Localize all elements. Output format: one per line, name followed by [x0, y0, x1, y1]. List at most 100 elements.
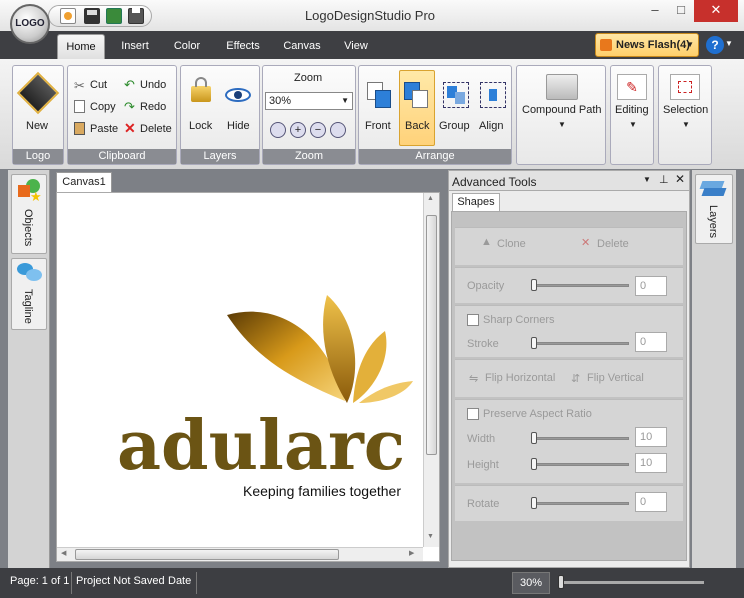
tab-canvas[interactable]: Canvas — [278, 34, 326, 59]
tab-color[interactable]: Color — [165, 34, 209, 59]
selection-group[interactable]: Selection ▼ — [658, 65, 712, 165]
width-input[interactable]: 10 — [635, 427, 667, 447]
zoom-fit-icon[interactable] — [270, 122, 286, 138]
paste-button[interactable]: Paste — [90, 123, 118, 135]
compound-path-group[interactable]: Compound Path ▼ — [516, 65, 606, 165]
side-tab-tagline[interactable]: Tagline — [11, 258, 47, 330]
logo-new-icon[interactable] — [16, 71, 60, 115]
clone-button[interactable]: Clone — [497, 238, 526, 250]
leaf-graphic[interactable] — [217, 291, 427, 411]
editing-group[interactable]: ✎ Editing ▼ — [610, 65, 654, 165]
horizontal-scroll-thumb[interactable] — [75, 549, 339, 560]
zoom-slider-track[interactable] — [560, 581, 704, 584]
editing-button[interactable]: Editing — [615, 104, 649, 116]
side-tab-objects[interactable]: ★ Objects — [11, 174, 47, 254]
canvas-tab[interactable]: Canvas1 — [56, 172, 112, 192]
zoom-out-icon[interactable]: − — [310, 122, 326, 138]
maximize-button[interactable]: □ — [668, 0, 694, 22]
app-logo[interactable]: LOGO — [10, 4, 50, 44]
lock-button[interactable]: Lock — [189, 120, 212, 132]
vertical-scrollbar[interactable]: ▲ ▼ — [423, 193, 439, 547]
copy-button[interactable]: Copy — [90, 101, 116, 113]
panel-close-icon[interactable]: ✕ — [675, 172, 685, 186]
zoom-select[interactable]: 30% ▼ — [265, 92, 353, 110]
width-slider[interactable] — [531, 437, 629, 440]
compound-path-button[interactable]: Compound Path — [522, 104, 602, 116]
shapes-tab[interactable]: Shapes — [452, 193, 500, 211]
delete-shape-button[interactable]: Delete — [597, 238, 629, 250]
width-label: Width — [467, 433, 496, 445]
back-button[interactable]: Back — [405, 120, 429, 132]
horizontal-scrollbar[interactable]: ◀ ▶ — [57, 547, 423, 561]
export-icon[interactable] — [106, 8, 122, 24]
close-button[interactable]: ✕ — [694, 0, 738, 22]
cut-button[interactable]: Cut — [90, 79, 107, 91]
height-slider-thumb[interactable] — [531, 458, 537, 470]
front-button[interactable]: Front — [365, 120, 391, 132]
opacity-slider[interactable] — [531, 284, 629, 287]
zoom-title: Zoom — [294, 72, 323, 84]
new-logo-button[interactable]: New — [26, 120, 48, 132]
side-tab-tagline-label: Tagline — [22, 289, 34, 324]
lock-icon — [191, 77, 211, 102]
rotate-slider[interactable] — [531, 502, 629, 505]
paste-icon — [74, 122, 85, 135]
selection-button[interactable]: Selection — [663, 104, 708, 116]
width-slider-thumb[interactable] — [531, 432, 537, 444]
print-icon[interactable] — [128, 7, 144, 24]
undo-button[interactable]: Undo — [140, 79, 166, 91]
hide-button[interactable]: Hide — [227, 120, 250, 132]
scroll-down-icon[interactable]: ▼ — [427, 533, 434, 540]
opacity-input[interactable]: 0 — [635, 276, 667, 296]
flip-horizontal-button[interactable]: Flip Horizontal — [485, 372, 555, 384]
preserve-aspect-checkbox[interactable] — [467, 408, 479, 420]
zoom-slider-thumb[interactable] — [558, 575, 564, 589]
design-canvas[interactable]: adularc Keeping families together ▲ ▼ ◀ … — [56, 192, 440, 562]
zoom-reset-icon[interactable] — [330, 122, 346, 138]
rotate-label: Rotate — [467, 498, 500, 510]
delete-button[interactable]: Delete — [140, 123, 172, 135]
rotate-slider-thumb[interactable] — [531, 497, 537, 509]
flip-section: ⇋ Flip Horizontal ⇵ Flip Vertical — [455, 359, 683, 397]
pin-icon[interactable]: ⊥ — [659, 173, 669, 186]
tab-home[interactable]: Home — [57, 34, 105, 59]
chevron-down-icon: ▼ — [682, 120, 690, 129]
stroke-slider-thumb[interactable] — [531, 337, 537, 349]
minimize-button[interactable]: – — [642, 0, 668, 22]
tab-view[interactable]: View — [334, 34, 378, 59]
app-logo-text: LOGO — [15, 18, 45, 29]
height-slider[interactable] — [531, 463, 629, 466]
stroke-label: Stroke — [467, 338, 499, 350]
panel-dropdown-icon[interactable]: ▼ — [643, 175, 651, 184]
side-tab-layers[interactable]: Layers — [695, 174, 733, 244]
tab-effects[interactable]: Effects — [218, 34, 268, 59]
right-side-panel: Layers — [692, 170, 736, 568]
new-file-icon[interactable] — [60, 8, 76, 24]
news-flash-button[interactable]: News Flash(4) ▼ — [595, 33, 699, 57]
tagline-text[interactable]: Keeping families together — [243, 483, 401, 499]
scroll-right-icon[interactable]: ▶ — [409, 549, 414, 557]
save-icon[interactable] — [84, 8, 100, 24]
sharp-corners-checkbox[interactable] — [467, 314, 479, 326]
scroll-left-icon[interactable]: ◀ — [61, 549, 66, 557]
height-input[interactable]: 10 — [635, 453, 667, 473]
preserve-aspect-label: Preserve Aspect Ratio — [483, 408, 592, 420]
scroll-up-icon[interactable]: ▲ — [427, 195, 434, 202]
redo-button[interactable]: Redo — [140, 101, 166, 113]
logo-text[interactable]: adularc — [117, 408, 437, 484]
opacity-slider-thumb[interactable] — [531, 279, 537, 291]
flip-vertical-button[interactable]: Flip Vertical — [587, 372, 644, 384]
project-status: Project Not Saved — [76, 575, 165, 587]
stroke-slider[interactable] — [531, 342, 629, 345]
group-button[interactable]: Group — [439, 120, 470, 132]
zoom-in-icon[interactable]: + — [290, 122, 306, 138]
flip-horizontal-icon: ⇋ — [469, 373, 479, 385]
opacity-label: Opacity — [467, 280, 505, 292]
stroke-input[interactable]: 0 — [635, 332, 667, 352]
rotate-input[interactable]: 0 — [635, 492, 667, 512]
help-dropdown-icon[interactable]: ▼ — [725, 39, 733, 48]
align-button[interactable]: Align — [479, 120, 503, 132]
vertical-scroll-thumb[interactable] — [426, 215, 437, 455]
help-icon[interactable]: ? — [706, 36, 724, 54]
tab-insert[interactable]: Insert — [112, 34, 158, 59]
